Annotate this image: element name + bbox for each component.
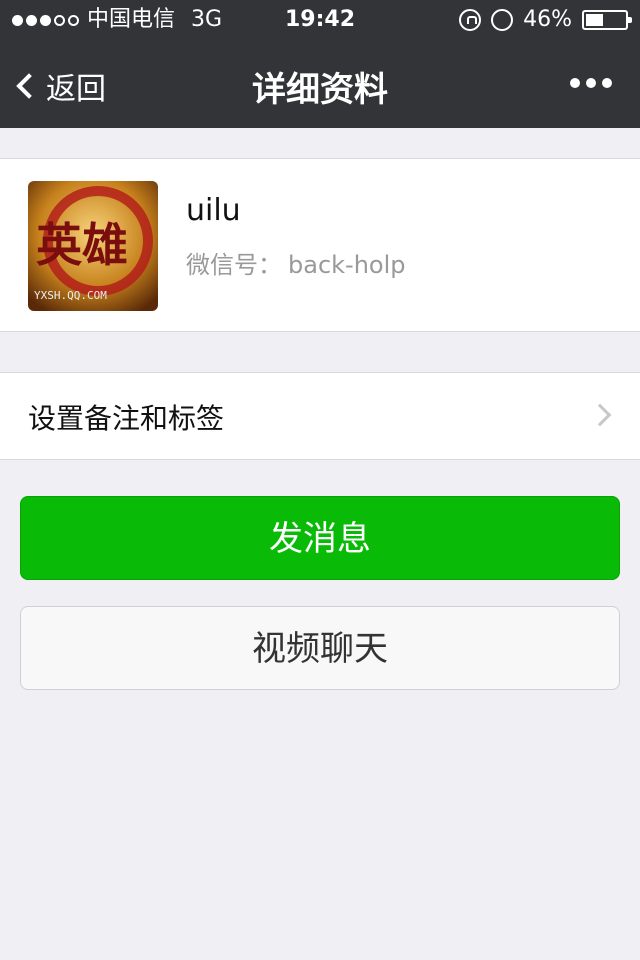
battery-icon: [582, 10, 632, 30]
status-right: 46%: [459, 0, 632, 40]
nav-bar: 返回 详细资料: [0, 40, 640, 128]
video-chat-button[interactable]: 视频聊天: [20, 606, 620, 690]
avatar-text: 英雄: [36, 218, 128, 272]
more-dot: [570, 78, 580, 88]
wechat-id-value: back-holp: [288, 251, 406, 279]
avatar-caption: YXSH.QQ.COM: [34, 289, 107, 302]
send-message-button[interactable]: 发消息: [20, 496, 620, 580]
wechat-id-label: 微信号：: [186, 251, 282, 279]
profile-card: 英雄 YXSH.QQ.COM uilu 微信号： back-holp: [0, 158, 640, 332]
alarm-icon: [491, 9, 514, 31]
chevron-right-icon: [588, 403, 612, 427]
game-logo-icon: 英雄 YXSH.QQ.COM: [28, 181, 158, 311]
remark-tags-row[interactable]: 设置备注和标签: [0, 372, 640, 460]
battery-fill: [586, 14, 603, 26]
wechat-id: 微信号： back-holp: [186, 245, 406, 280]
battery-percent: 46%: [523, 7, 572, 32]
more-dot: [602, 78, 612, 88]
header: 中国电信 3G 19:42 46% 返回 详细资料: [0, 0, 640, 128]
status-bar: 中国电信 3G 19:42 46%: [0, 0, 640, 40]
rotation-lock-icon: [459, 9, 482, 31]
avatar[interactable]: 英雄 YXSH.QQ.COM: [28, 181, 158, 311]
more-dot: [586, 78, 596, 88]
page-title: 详细资料: [252, 70, 388, 110]
profile-name: uilu: [186, 193, 241, 228]
more-dots-icon[interactable]: [570, 78, 612, 88]
remark-tags-label: 设置备注和标签: [28, 402, 225, 435]
